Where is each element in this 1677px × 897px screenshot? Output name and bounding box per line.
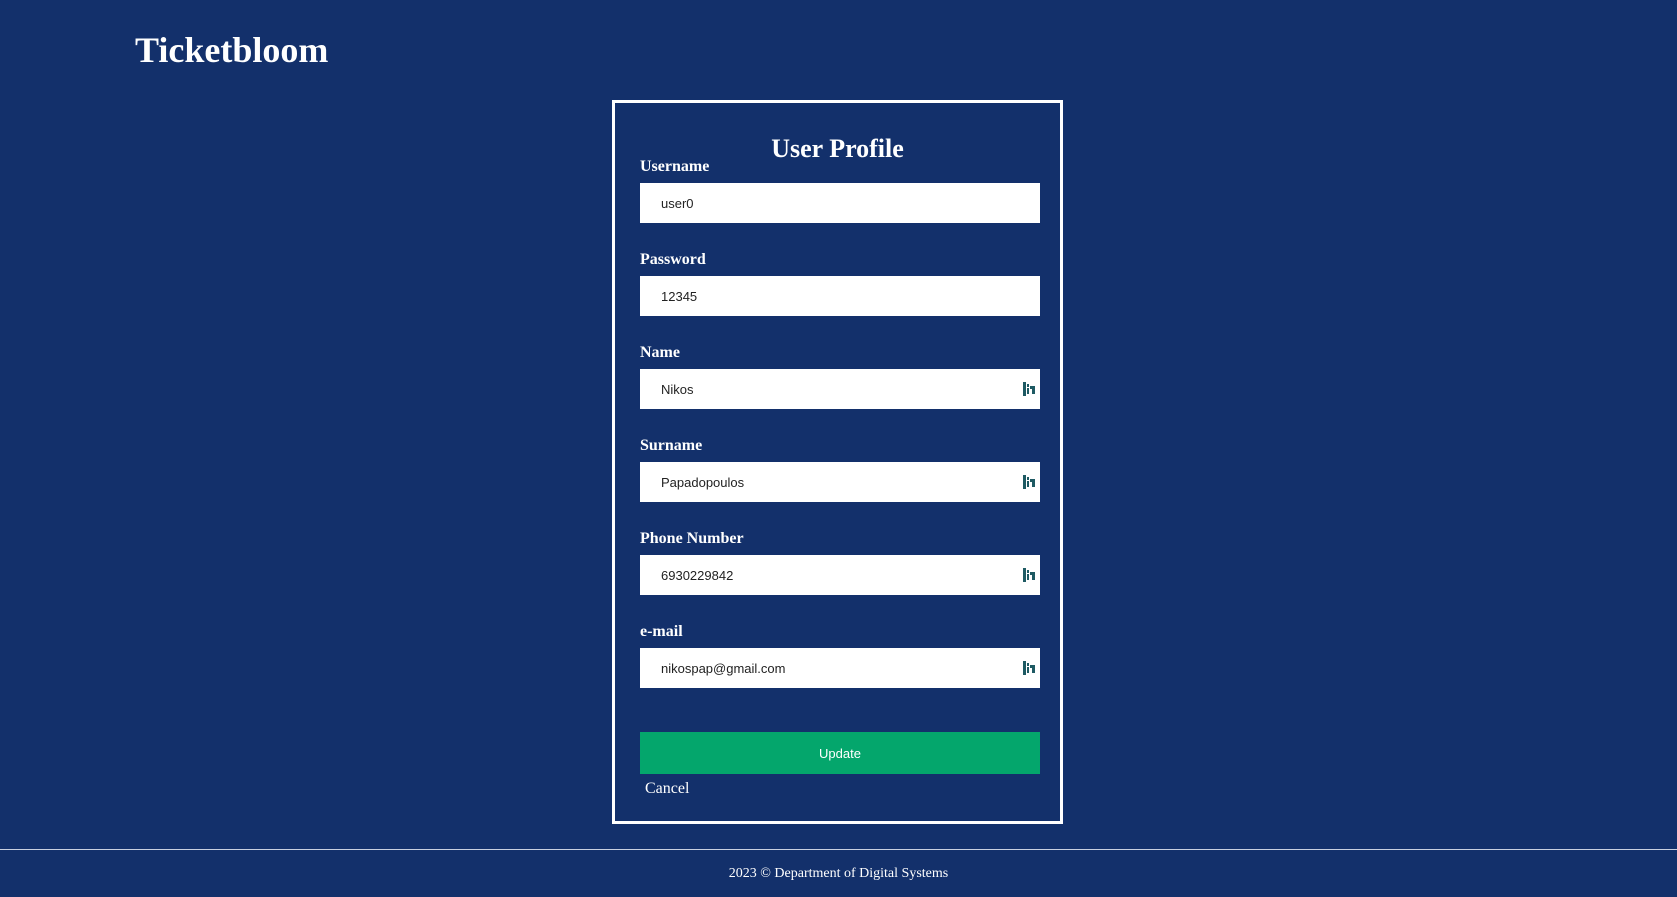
name-field [640, 369, 1040, 409]
autofill-icon[interactable] [1023, 568, 1035, 582]
password-label: Password [640, 251, 706, 268]
footer-divider [0, 849, 1677, 850]
surname-field [640, 462, 1040, 502]
autofill-icon[interactable] [1023, 475, 1035, 489]
email-label: e-mail [640, 623, 683, 640]
username-label: Username [640, 158, 710, 175]
email-field [640, 648, 1040, 688]
cancel-link[interactable]: Cancel [645, 779, 689, 799]
phone-number-label: Phone Number [640, 530, 744, 547]
phone-number-input[interactable] [640, 555, 1040, 595]
password-input[interactable] [640, 276, 1040, 316]
username-field [640, 183, 1040, 223]
surname-input[interactable] [640, 462, 1040, 502]
name-input[interactable] [640, 369, 1040, 409]
username-input[interactable] [640, 183, 1040, 223]
phone-number-field [640, 555, 1040, 595]
update-button[interactable]: Update [640, 732, 1040, 774]
footer-copyright: 2023 © Department of Digital Systems [728, 866, 949, 881]
surname-label: Surname [640, 437, 703, 454]
autofill-icon[interactable] [1023, 382, 1035, 396]
autofill-icon[interactable] [1023, 661, 1035, 675]
site-brand: Ticketbloom [135, 30, 329, 70]
email-input[interactable] [640, 648, 1040, 688]
password-field [640, 276, 1040, 316]
user-profile-card: User Profile Username Password Name Surn… [612, 100, 1063, 824]
name-label: Name [640, 344, 680, 361]
